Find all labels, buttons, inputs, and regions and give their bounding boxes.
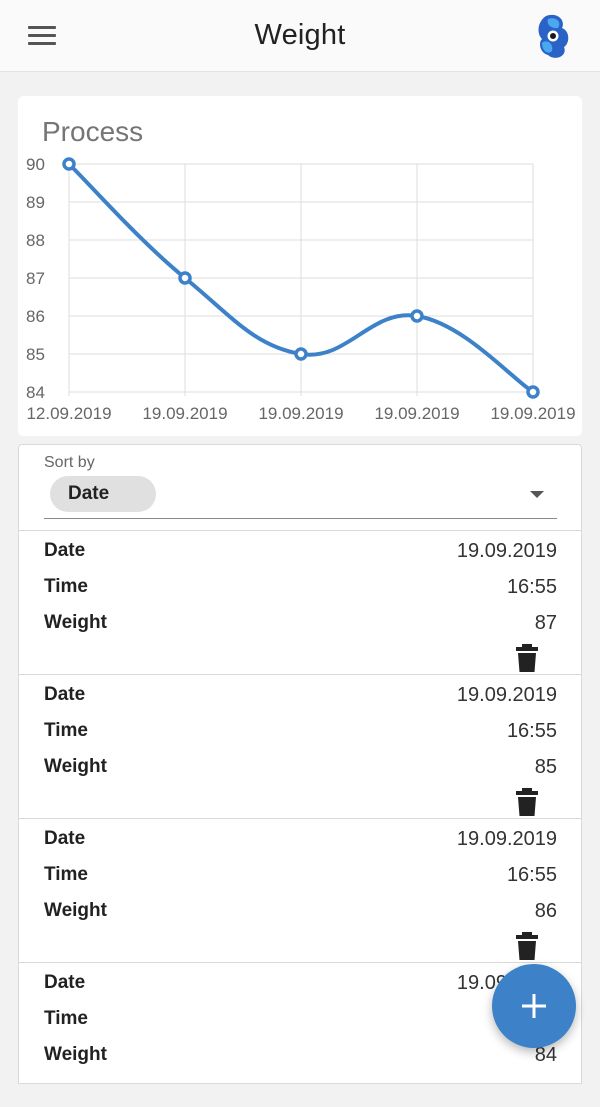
weight-chart: 90 89 88 87 86 85 84 12.09.2019 19.09.2019 19.09.… <box>26 155 576 423</box>
data-point <box>62 157 76 171</box>
y-tick-label: 86 <box>26 307 45 326</box>
y-tick-label: 87 <box>26 269 45 288</box>
date-value: 19.09.2019 <box>456 684 557 706</box>
x-tick-label: 19.09.2019 <box>374 404 459 423</box>
add-entry-button[interactable] <box>492 964 576 1048</box>
time-label: Time <box>44 576 89 597</box>
y-tick-label: 90 <box>26 155 45 174</box>
date-label: Date <box>44 828 86 849</box>
y-tick-label: 88 <box>26 231 45 250</box>
weight-label: Weight <box>44 1044 107 1065</box>
app-bar: Weight <box>0 0 600 72</box>
plus-icon <box>522 994 546 1018</box>
time-value: 16:55 <box>506 720 557 742</box>
page-title: Weight <box>254 19 346 51</box>
date-value: 19.09.2019 <box>456 540 557 562</box>
y-tick-label: 84 <box>26 383 45 402</box>
list-item: Date 19.09.2019 Time 16:55 Weight 85 <box>19 675 581 819</box>
time-label: Time <box>44 864 89 885</box>
weight-value: 87 <box>534 612 557 634</box>
weight-value: 86 <box>534 900 557 922</box>
data-point <box>178 271 192 285</box>
sort-label: Sort by <box>44 454 95 471</box>
time-label: Time <box>44 720 89 741</box>
x-tick-label: 19.09.2019 <box>258 404 343 423</box>
trash-icon[interactable] <box>516 644 538 672</box>
x-tick-label: 12.09.2019 <box>26 404 111 423</box>
weight-value: 85 <box>534 756 557 778</box>
trash-icon[interactable] <box>516 932 538 960</box>
time-label: Time <box>44 1008 89 1029</box>
date-label: Date <box>44 684 86 705</box>
sort-selected-chip[interactable]: Date <box>50 476 156 512</box>
time-value: 16:55 <box>506 576 557 598</box>
y-tick-label: 85 <box>26 345 45 364</box>
sort-selected-value: Date <box>68 483 110 504</box>
weight-label: Weight <box>44 612 107 633</box>
date-value: 19.09.2019 <box>456 828 557 850</box>
trash-icon[interactable] <box>516 788 538 816</box>
x-tick-label: 19.09.2019 <box>490 404 575 423</box>
data-point <box>294 347 308 361</box>
weight-label: Weight <box>44 756 107 777</box>
weight-label: Weight <box>44 900 107 921</box>
chevron-down-icon[interactable] <box>530 491 544 498</box>
time-value: 16:55 <box>506 864 557 886</box>
chart-card: Process 90 89 88 87 86 85 84 12.09.2019 19.09.20… <box>18 96 582 436</box>
y-tick-label: 89 <box>26 193 45 212</box>
date-label: Date <box>44 972 86 993</box>
app-logo-icon <box>536 13 570 59</box>
list-item: Date 19.09.2019 Time 16:55 Weight 87 <box>19 531 581 675</box>
date-label: Date <box>44 540 86 561</box>
list-item: Date 19.09.2019 Time 16:55 Weight 86 <box>19 819 581 963</box>
sort-underline <box>44 518 557 519</box>
data-point <box>526 385 540 399</box>
data-point <box>410 309 424 323</box>
x-tick-label: 19.09.2019 <box>142 404 227 423</box>
